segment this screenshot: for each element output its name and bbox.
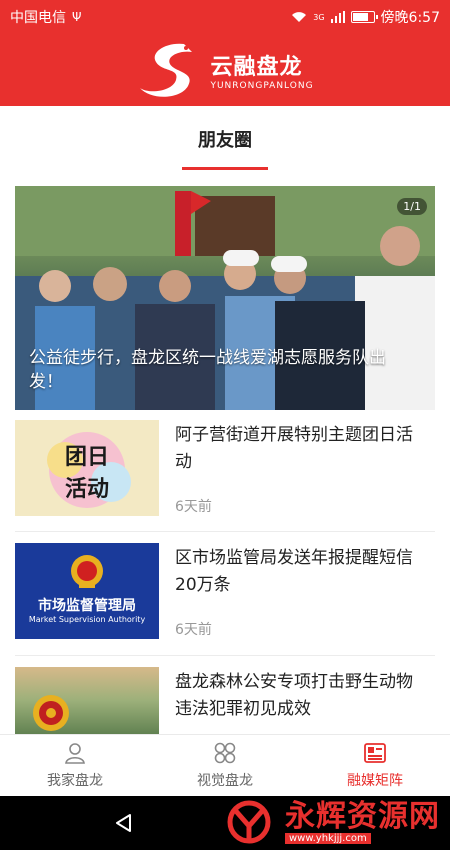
logo-subtitle: YUNRONGPANLONG bbox=[210, 81, 314, 91]
logo-title: 云融盘龙 bbox=[210, 55, 303, 80]
app-logo: 云融盘龙 YUNRONGPANLONG bbox=[136, 38, 313, 102]
watermark-title: 永辉资源网 bbox=[285, 798, 440, 834]
dragon-logo-icon bbox=[140, 43, 193, 97]
nav-visual-panlong[interactable]: 视觉盘龙 bbox=[150, 735, 300, 796]
thumb-title: 市场监督管理局 bbox=[38, 598, 136, 614]
tab-underline bbox=[182, 167, 268, 170]
tab-moments-label: 朋友圈 bbox=[198, 130, 252, 151]
news-item-3[interactable]: 盘龙森林公安专项打击野生动物违法犯罪初见成效 bbox=[15, 667, 435, 734]
thumb-subtitle: Market Supervision Authority bbox=[28, 615, 146, 624]
bottom-nav: 我家盘龙 视觉盘龙 融媒矩阵 bbox=[0, 734, 450, 796]
watermark-logo-icon bbox=[227, 800, 271, 844]
tab-bar: 朋友圈 bbox=[0, 106, 450, 172]
wifi-icon bbox=[292, 12, 307, 22]
news-item-1[interactable]: 团日 活动 阿子营街道开展特别主题团日活动 6天前 bbox=[15, 420, 435, 532]
carousel-counter: 1/1 bbox=[397, 198, 427, 215]
thumb-text-bottom: 活动 bbox=[65, 476, 109, 501]
clock: 傍晚6:57 bbox=[380, 10, 440, 26]
nav-label: 融媒矩阵 bbox=[347, 772, 403, 789]
carrier-label: 中国电信 bbox=[10, 10, 66, 26]
thumb-text-top: 团日 bbox=[65, 444, 109, 469]
newspaper-icon bbox=[364, 742, 386, 763]
tab-moments[interactable]: 朋友圈 bbox=[182, 126, 268, 170]
news-thumbnail bbox=[15, 667, 159, 734]
divider bbox=[15, 531, 435, 532]
grid-icon bbox=[214, 742, 236, 763]
news-title: 盘龙森林公安专项打击野生动物违法犯罪初见成效 bbox=[175, 672, 413, 719]
news-thumbnail: 市场监督管理局 Market Supervision Authority bbox=[15, 543, 159, 639]
nav-label: 视觉盘龙 bbox=[197, 772, 253, 789]
hero-caption: 公益徒步行，盘龙区统一战线爱湖志愿服务队出发！ bbox=[29, 348, 386, 392]
news-title: 区市场监管局发送年报提醒短信20万条 bbox=[175, 548, 413, 595]
nav-media-matrix[interactable]: 融媒矩阵 bbox=[300, 735, 450, 796]
status-bar: 中国电信 Ψ 3G 傍晚6:57 bbox=[0, 0, 450, 34]
news-thumbnail: 团日 活动 bbox=[15, 420, 159, 516]
person-icon bbox=[65, 742, 85, 764]
news-time: 6天前 bbox=[175, 622, 212, 638]
nav-my-panlong[interactable]: 我家盘龙 bbox=[0, 735, 150, 796]
network-type-label: 3G bbox=[313, 12, 325, 22]
watermark-url: www.yhkjjj.com bbox=[285, 832, 371, 844]
nav-label: 我家盘龙 bbox=[47, 772, 103, 789]
news-item-2[interactable]: 市场监督管理局 Market Supervision Authority 区市场… bbox=[15, 543, 435, 655]
battery-icon bbox=[350, 11, 378, 23]
usb-icon: Ψ bbox=[72, 10, 82, 24]
app-header: 云融盘龙 YUNRONGPANLONG bbox=[0, 34, 450, 106]
watermark: 永辉资源网 www.yhkjjj.com bbox=[219, 800, 440, 844]
signal-icon bbox=[330, 11, 345, 23]
back-icon[interactable] bbox=[112, 812, 134, 834]
news-title: 阿子营街道开展特别主题团日活动 bbox=[175, 425, 413, 472]
hero-carousel[interactable]: 1/1 公益徒步行，盘龙区统一战线爱湖志愿服务队出发！ bbox=[15, 186, 435, 410]
news-time: 6天前 bbox=[175, 499, 212, 515]
divider bbox=[15, 655, 435, 656]
